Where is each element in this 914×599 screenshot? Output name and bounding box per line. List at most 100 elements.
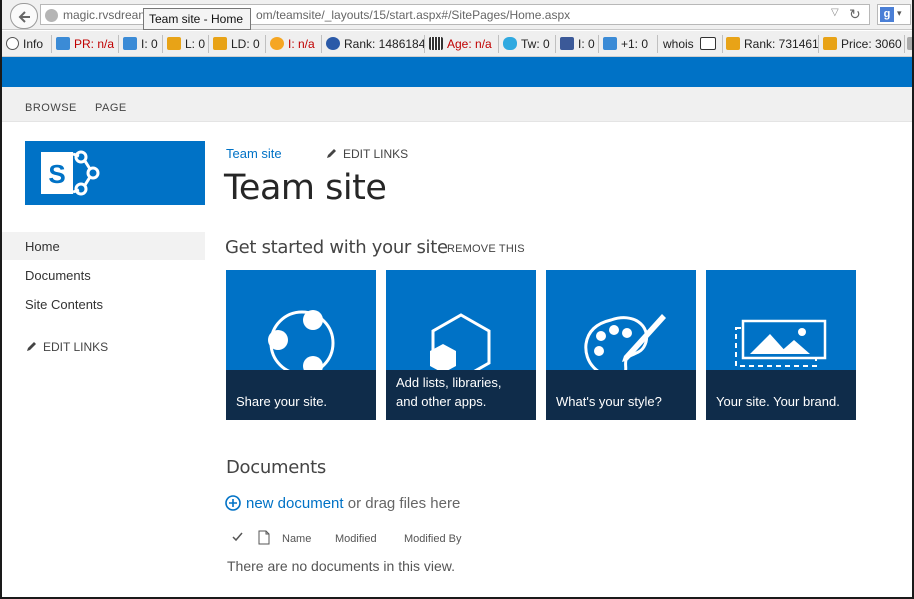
chevron-down-icon: ▾ (897, 8, 902, 18)
toolbar-twitter[interactable]: Tw: 0 (503, 37, 550, 51)
top-edit-links[interactable]: EDIT LINKS (325, 147, 408, 161)
tile-brand[interactable]: Your site. Your brand. (706, 270, 856, 420)
ribbon: BROWSE PAGE (2, 87, 912, 122)
column-header-name[interactable]: Name (282, 533, 311, 545)
toolbar-label: L: 0 (185, 37, 206, 51)
tile-style[interactable]: What's your style? (546, 270, 696, 420)
divider (657, 35, 658, 53)
toolbar-linking-domains[interactable]: LD: 0 (213, 37, 260, 51)
tile-add-apps[interactable]: Add lists, libraries, and other apps. (386, 270, 536, 420)
add-apps-icon (430, 313, 491, 370)
new-document-row: new document or drag files here (225, 495, 460, 512)
add-circle-icon[interactable] (225, 495, 241, 511)
back-button[interactable] (10, 3, 38, 29)
share-icon (268, 310, 335, 370)
divider (498, 35, 499, 53)
toolbar-label: Tw: 0 (521, 37, 550, 51)
toolbar-whois[interactable]: whois (663, 37, 694, 51)
tab-browse[interactable]: BROWSE (25, 102, 77, 114)
search-engine-button[interactable]: g ▾ (877, 4, 911, 25)
tab-page[interactable]: PAGE (95, 102, 127, 114)
select-all-checkmark-icon[interactable] (232, 532, 243, 545)
toolbar-alexa-rank[interactable]: Rank: 1486184 (326, 37, 425, 51)
toolbar-label: whois (663, 37, 694, 51)
tile-caption: Add lists, libraries, and other apps. (386, 370, 536, 420)
documents-heading[interactable]: Documents (226, 457, 326, 478)
toolbar-source[interactable] (700, 37, 720, 51)
toolbar-links[interactable]: L: 0 (167, 37, 205, 51)
column-header-modified[interactable]: Modified (335, 533, 377, 545)
pencil-icon (27, 342, 36, 351)
info-icon (6, 37, 19, 50)
site-logo[interactable]: S (25, 141, 205, 205)
seomoz-icon (213, 37, 227, 50)
google-icon (56, 37, 70, 50)
refresh-icon[interactable]: ↻ (849, 6, 861, 23)
toolbar-label: Rank: 731461 (744, 37, 819, 51)
toolbar-pagerank[interactable]: PR: n/a (56, 37, 114, 51)
divider (321, 35, 322, 53)
new-document-link[interactable]: new document (246, 495, 344, 512)
google-icon: g (880, 7, 894, 22)
column-header-modified-by[interactable]: Modified By (404, 533, 461, 545)
breadcrumb[interactable]: Team site (226, 146, 282, 161)
get-started-heading: Get started with your site (225, 237, 448, 258)
facebook-icon (560, 37, 574, 50)
seo-toolbar: Info PR: n/a I: 0 L: 0 LD: 0 I: n/a Rank… (2, 31, 912, 57)
toolbar-price[interactable]: Price: 3060 (823, 37, 902, 51)
code-icon (700, 37, 716, 50)
toolbar-info[interactable]: Info (6, 37, 43, 51)
sharepoint-logo-icon: S (41, 150, 100, 196)
palette-icon (584, 314, 666, 370)
url-text-end: om/teamsite/_layouts/15/start.aspx#/Site… (256, 8, 571, 22)
divider (208, 35, 209, 53)
toolbar-label: Info (23, 37, 44, 51)
file-type-icon (258, 530, 270, 548)
toolbar-facebook[interactable]: I: 0 (560, 37, 595, 51)
semrush-icon (726, 37, 740, 50)
top-edit-links-label: EDIT LINKS (343, 147, 409, 161)
url-text-start: magic.rvsdrean (63, 8, 146, 22)
toolbar-settings[interactable] (907, 37, 912, 51)
tile-caption: Your site. Your brand. (706, 370, 856, 420)
toolbar-label: LD: 0 (231, 37, 260, 51)
alexa-icon (326, 37, 340, 50)
nav-item-documents[interactable]: Documents (2, 261, 205, 289)
toolbar-label: I: n/a (288, 37, 315, 51)
semrush-icon (823, 37, 837, 50)
remove-this-link[interactable]: REMOVE THIS (447, 243, 525, 255)
tile-caption: What's your style? (546, 370, 696, 420)
toolbar-semrush-rank[interactable]: Rank: 731461 (726, 37, 819, 51)
toolbar-label: I: 0 (141, 37, 158, 51)
toolbar-label: Price: 3060 (841, 37, 902, 51)
nav-edit-links[interactable]: EDIT LINKS (25, 340, 108, 354)
divider (818, 35, 819, 53)
divider (51, 35, 52, 53)
dropdown-arrow-icon[interactable]: ▽ (831, 7, 839, 18)
pencil-icon (327, 149, 336, 158)
toolbar-label: PR: n/a (74, 37, 115, 51)
toolbar-label: Age: n/a (447, 37, 492, 51)
toolbar-bing-index[interactable]: I: n/a (270, 37, 315, 51)
address-bar: magic.rvsdrean om/teamsite/_layouts/15/s… (2, 0, 912, 30)
page-title: Team site (224, 168, 387, 208)
divider (424, 35, 425, 53)
divider (162, 35, 163, 53)
empty-list-message: There are no documents in this view. (227, 558, 456, 574)
nav-item-home[interactable]: Home (2, 232, 205, 260)
tile-share-site[interactable]: Share your site. (226, 270, 376, 420)
toolbar-label: I: 0 (578, 37, 595, 51)
twitter-icon (503, 37, 517, 50)
tab-tooltip: Team site - Home (143, 8, 251, 30)
nav-edit-links-label: EDIT LINKS (43, 340, 109, 354)
toolbar-domain-age[interactable]: Age: n/a (429, 37, 492, 51)
divider (722, 35, 723, 53)
barcode-icon (429, 37, 443, 50)
suite-bar (2, 57, 912, 87)
nav-item-site-contents[interactable]: Site Contents (2, 290, 205, 318)
settings-icon (907, 37, 912, 50)
tile-caption: Share your site. (226, 370, 376, 420)
toolbar-google-index[interactable]: I: 0 (123, 37, 158, 51)
seomoz-icon (167, 37, 181, 50)
toolbar-google-plus[interactable]: +1: 0 (603, 37, 648, 51)
